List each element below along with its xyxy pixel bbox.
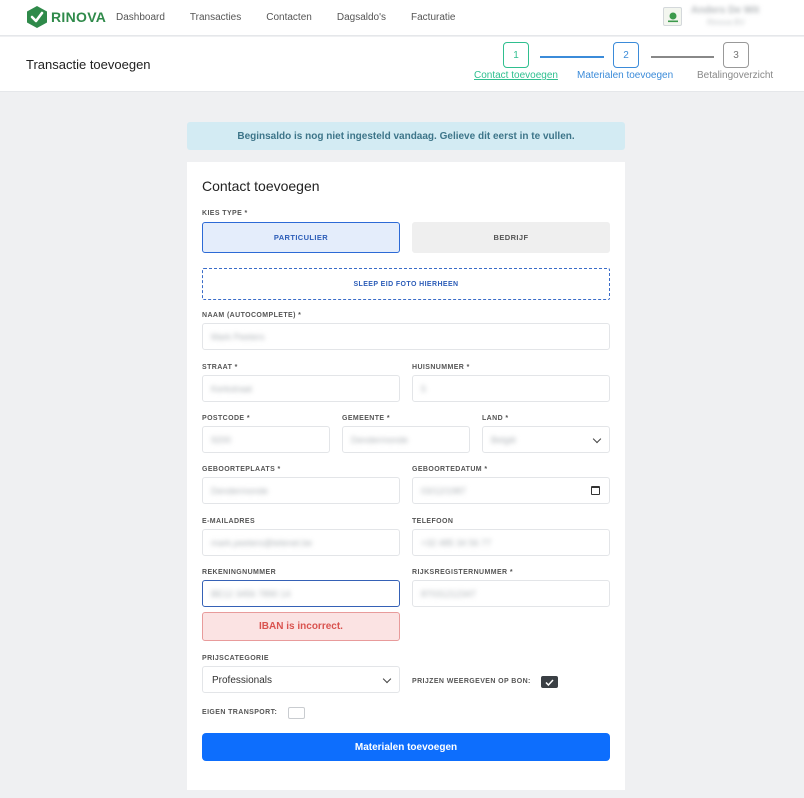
straat-label: STRAAT * xyxy=(202,364,238,371)
geboorteplaats-input[interactable]: Dendermonde xyxy=(202,477,400,504)
brand-name: RINOVA xyxy=(51,9,107,25)
beginsaldo-alert: Beginsaldo is nog niet ingesteld vandaag… xyxy=(187,122,625,150)
prijzen-op-bon-checkbox[interactable] xyxy=(541,676,558,688)
user-company: Rinova BV xyxy=(707,18,745,27)
nav-item-dagsaldos[interactable]: Dagsaldo's xyxy=(337,12,386,23)
user-name[interactable]: Anders De Wit xyxy=(691,5,759,16)
straat-value: Kerkstraat xyxy=(211,384,253,394)
land-value: België xyxy=(491,435,517,445)
iban-error-message: IBAN is incorrect. xyxy=(202,612,400,641)
geboorteplaats-label: GEBOORTEPLAATS * xyxy=(202,466,281,473)
step-1-label[interactable]: Contact toevoegen xyxy=(474,70,558,81)
eid-photo-dropzone[interactable]: SLEEP EID FOTO HIERHEEN xyxy=(202,268,610,300)
huisnummer-value: 5 xyxy=(421,384,427,394)
telefoon-input[interactable]: +32 485 34 56 77 xyxy=(412,529,610,556)
geboortedatum-input[interactable]: 03/12/1987 xyxy=(412,477,610,504)
rijksregisternummer-value: 87031212347 xyxy=(421,589,477,599)
contact-form-card: Contact toevoegen KIES TYPE * PARTICULIE… xyxy=(187,162,625,790)
prijscategorie-select[interactable]: Professionals xyxy=(202,666,400,693)
step-2-box[interactable]: 2 xyxy=(613,42,639,68)
geboorteplaats-value: Dendermonde xyxy=(211,486,269,496)
geboortedatum-value: 03/12/1987 xyxy=(421,486,467,496)
postcode-label: POSTCODE * xyxy=(202,415,250,422)
avatar-logo-icon xyxy=(667,12,678,22)
naam-value: Mark Peeters xyxy=(211,332,265,342)
step-connector-2 xyxy=(651,56,714,58)
geboortedatum-label: GEBOORTEDATUM * xyxy=(412,466,488,473)
top-nav: RINOVA Dashboard Transacties Contacten D… xyxy=(0,0,804,36)
page-header: Transactie toevoegen 1 Contact toevoegen… xyxy=(0,37,804,92)
avatar[interactable] xyxy=(663,7,682,26)
eigen-transport-checkbox[interactable] xyxy=(288,707,305,719)
telefoon-value: +32 485 34 56 77 xyxy=(421,538,492,548)
email-value: mark.peeters@telenet.be xyxy=(211,538,313,548)
prijzen-op-bon-label: PRIJZEN WEERGEVEN OP BON: xyxy=(412,678,531,685)
type-particulier-button[interactable]: PARTICULIER xyxy=(202,222,400,253)
brand-logo[interactable]: RINOVA xyxy=(26,5,106,29)
checkmark-icon xyxy=(545,678,554,686)
email-label: E-MAILADRES xyxy=(202,518,256,525)
rekeningnummer-value: BE12 3456 7890 14 xyxy=(211,589,291,599)
rekeningnummer-label: REKENINGNUMMER xyxy=(202,569,277,576)
naam-input[interactable]: Mark Peeters xyxy=(202,323,610,350)
nav-item-transacties[interactable]: Transacties xyxy=(190,12,241,23)
land-label: LAND * xyxy=(482,415,509,422)
rijksregisternummer-label: RIJKSREGISTERNUMMER * xyxy=(412,569,513,576)
calendar-icon[interactable] xyxy=(591,486,600,495)
step-connector-1 xyxy=(540,56,604,58)
rekeningnummer-input[interactable]: BE12 3456 7890 14 xyxy=(202,580,400,607)
gemeente-label: GEMEENTE * xyxy=(342,415,390,422)
straat-input[interactable]: Kerkstraat xyxy=(202,375,400,402)
step-3-label[interactable]: Betalingoverzicht xyxy=(697,70,773,81)
page-title: Transactie toevoegen xyxy=(26,57,151,72)
chevron-down-icon xyxy=(382,674,392,684)
step-3-box[interactable]: 3 xyxy=(723,42,749,68)
nav-links: Dashboard Transacties Contacten Dagsaldo… xyxy=(116,12,480,23)
email-input[interactable]: mark.peeters@telenet.be xyxy=(202,529,400,556)
type-bedrijf-button[interactable]: BEDRIJF xyxy=(412,222,610,253)
materialen-toevoegen-button[interactable]: Materialen toevoegen xyxy=(202,733,610,761)
gemeente-input[interactable]: Dendermonde xyxy=(342,426,470,453)
naam-label: NAAM (AUTOCOMPLETE) * xyxy=(202,312,302,319)
telefoon-label: TELEFOON xyxy=(412,518,454,525)
postcode-value: 9200 xyxy=(211,435,232,445)
nav-item-contacten[interactable]: Contacten xyxy=(266,12,312,23)
gemeente-value: Dendermonde xyxy=(351,435,409,445)
rijksregisternummer-input[interactable]: 87031212347 xyxy=(412,580,610,607)
step-2-label[interactable]: Materialen toevoegen xyxy=(577,70,673,81)
prijscategorie-value: Professionals xyxy=(212,675,273,686)
prijscategorie-label: PRIJSCATEGORIE xyxy=(202,655,269,662)
logo-icon xyxy=(26,6,48,28)
land-select[interactable]: België xyxy=(482,426,610,453)
nav-item-dashboard[interactable]: Dashboard xyxy=(116,12,165,23)
postcode-input[interactable]: 9200 xyxy=(202,426,330,453)
huisnummer-input[interactable]: 5 xyxy=(412,375,610,402)
form-title: Contact toevoegen xyxy=(202,178,320,194)
type-label: KIES TYPE * xyxy=(202,210,248,217)
nav-item-facturatie[interactable]: Facturatie xyxy=(411,12,455,23)
chevron-down-icon xyxy=(592,434,602,444)
eigen-transport-label: EIGEN TRANSPORT: xyxy=(202,709,278,716)
huisnummer-label: HUISNUMMER * xyxy=(412,364,470,371)
step-1-box[interactable]: 1 xyxy=(503,42,529,68)
